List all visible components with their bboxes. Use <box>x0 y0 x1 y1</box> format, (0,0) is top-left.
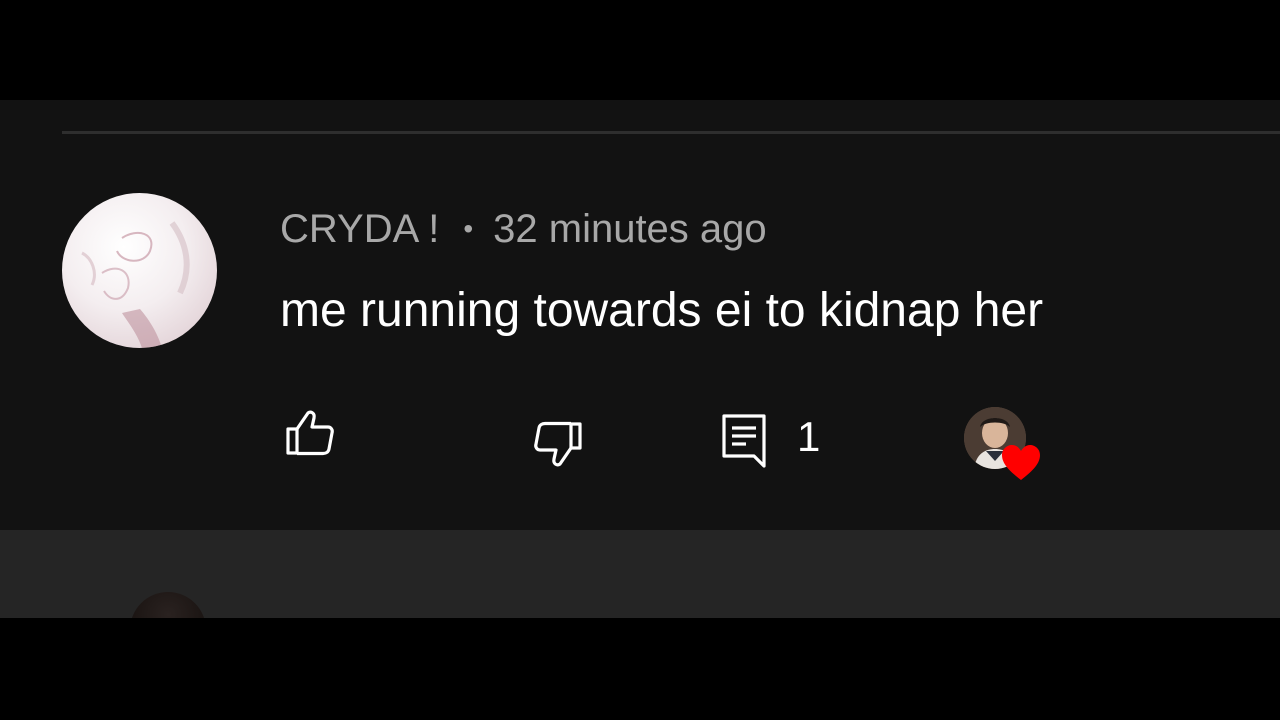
creator-heart <box>962 405 1046 489</box>
dislike-button[interactable] <box>532 418 584 470</box>
comment-text: me running towards ei to kidnap her <box>280 284 1044 337</box>
video-frame: CRYDA ! • 32 minutes ago me running towa… <box>0 0 1280 720</box>
comment-item: CRYDA ! • 32 minutes ago me running towa… <box>0 100 1280 530</box>
reply-icon <box>722 414 766 468</box>
reply-count[interactable]: 1 <box>797 413 820 461</box>
like-button[interactable] <box>284 407 336 459</box>
author-avatar[interactable] <box>62 193 217 348</box>
thumbs-up-icon <box>286 410 334 456</box>
next-comment-preview <box>0 530 1280 618</box>
heart-icon <box>1002 445 1040 480</box>
thumbs-down-icon <box>534 421 582 467</box>
next-comment-avatar <box>130 592 206 618</box>
comment-timestamp[interactable]: 32 minutes ago <box>493 207 767 252</box>
reply-button[interactable] <box>720 412 770 468</box>
comment-divider <box>62 131 1280 134</box>
letterbox-bar <box>0 618 1280 720</box>
comment-meta: CRYDA ! • 32 minutes ago <box>280 204 767 254</box>
author-name[interactable]: CRYDA ! <box>280 207 439 252</box>
meta-separator: • <box>463 213 474 244</box>
